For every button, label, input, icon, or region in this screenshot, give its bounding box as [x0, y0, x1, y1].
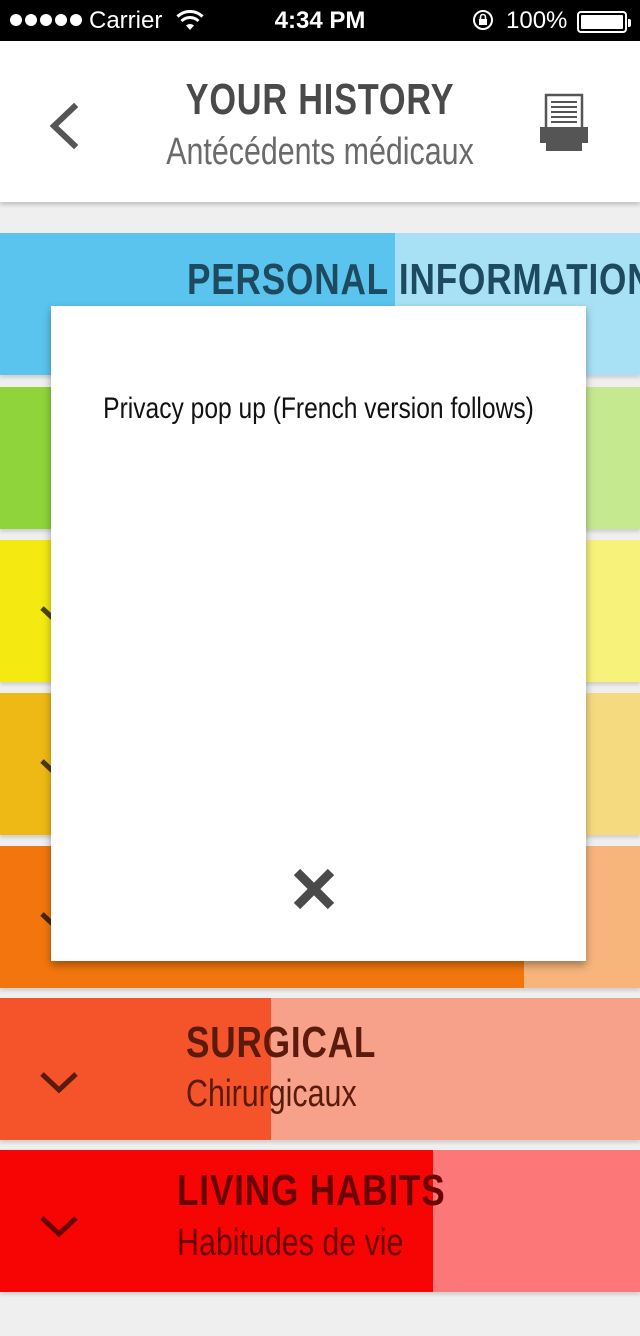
- section-remaining: [433, 1150, 640, 1292]
- section-living-habits[interactable]: LIVING HABITS Habitudes de vie: [0, 1150, 640, 1292]
- page-title: YOUR HISTORY: [185, 75, 455, 124]
- section-remaining: [586, 387, 640, 529]
- section-subtitle: Habitudes de vie: [177, 1222, 404, 1264]
- rotation-lock-icon: [473, 10, 493, 30]
- section-remaining: [586, 540, 640, 682]
- battery-icon: [577, 11, 631, 33]
- section-title: LIVING HABITS: [177, 1166, 446, 1215]
- printer-icon[interactable]: [538, 93, 590, 153]
- section-title: PERSONAL INFORMATION: [187, 255, 640, 304]
- section-subtitle: Chirurgicaux: [186, 1073, 357, 1115]
- section-remaining: [586, 693, 640, 835]
- chevron-down-icon: [40, 1072, 78, 1094]
- page-subtitle: Antécédents médicaux: [166, 131, 474, 173]
- chevron-down-icon: [40, 1216, 78, 1238]
- header: YOUR HISTORY Antécédents médicaux: [0, 41, 640, 202]
- section-surgical[interactable]: SURGICAL Chirurgicaux: [0, 998, 640, 1140]
- section-title: SURGICAL: [186, 1018, 377, 1067]
- close-icon[interactable]: [291, 866, 337, 912]
- battery-percentage: 100%: [506, 7, 568, 34]
- status-bar: Carrier 4:34 PM 100%: [0, 0, 640, 41]
- privacy-modal: Privacy pop up (French version follows): [51, 306, 586, 961]
- privacy-message: Privacy pop up (French version follows): [103, 392, 534, 425]
